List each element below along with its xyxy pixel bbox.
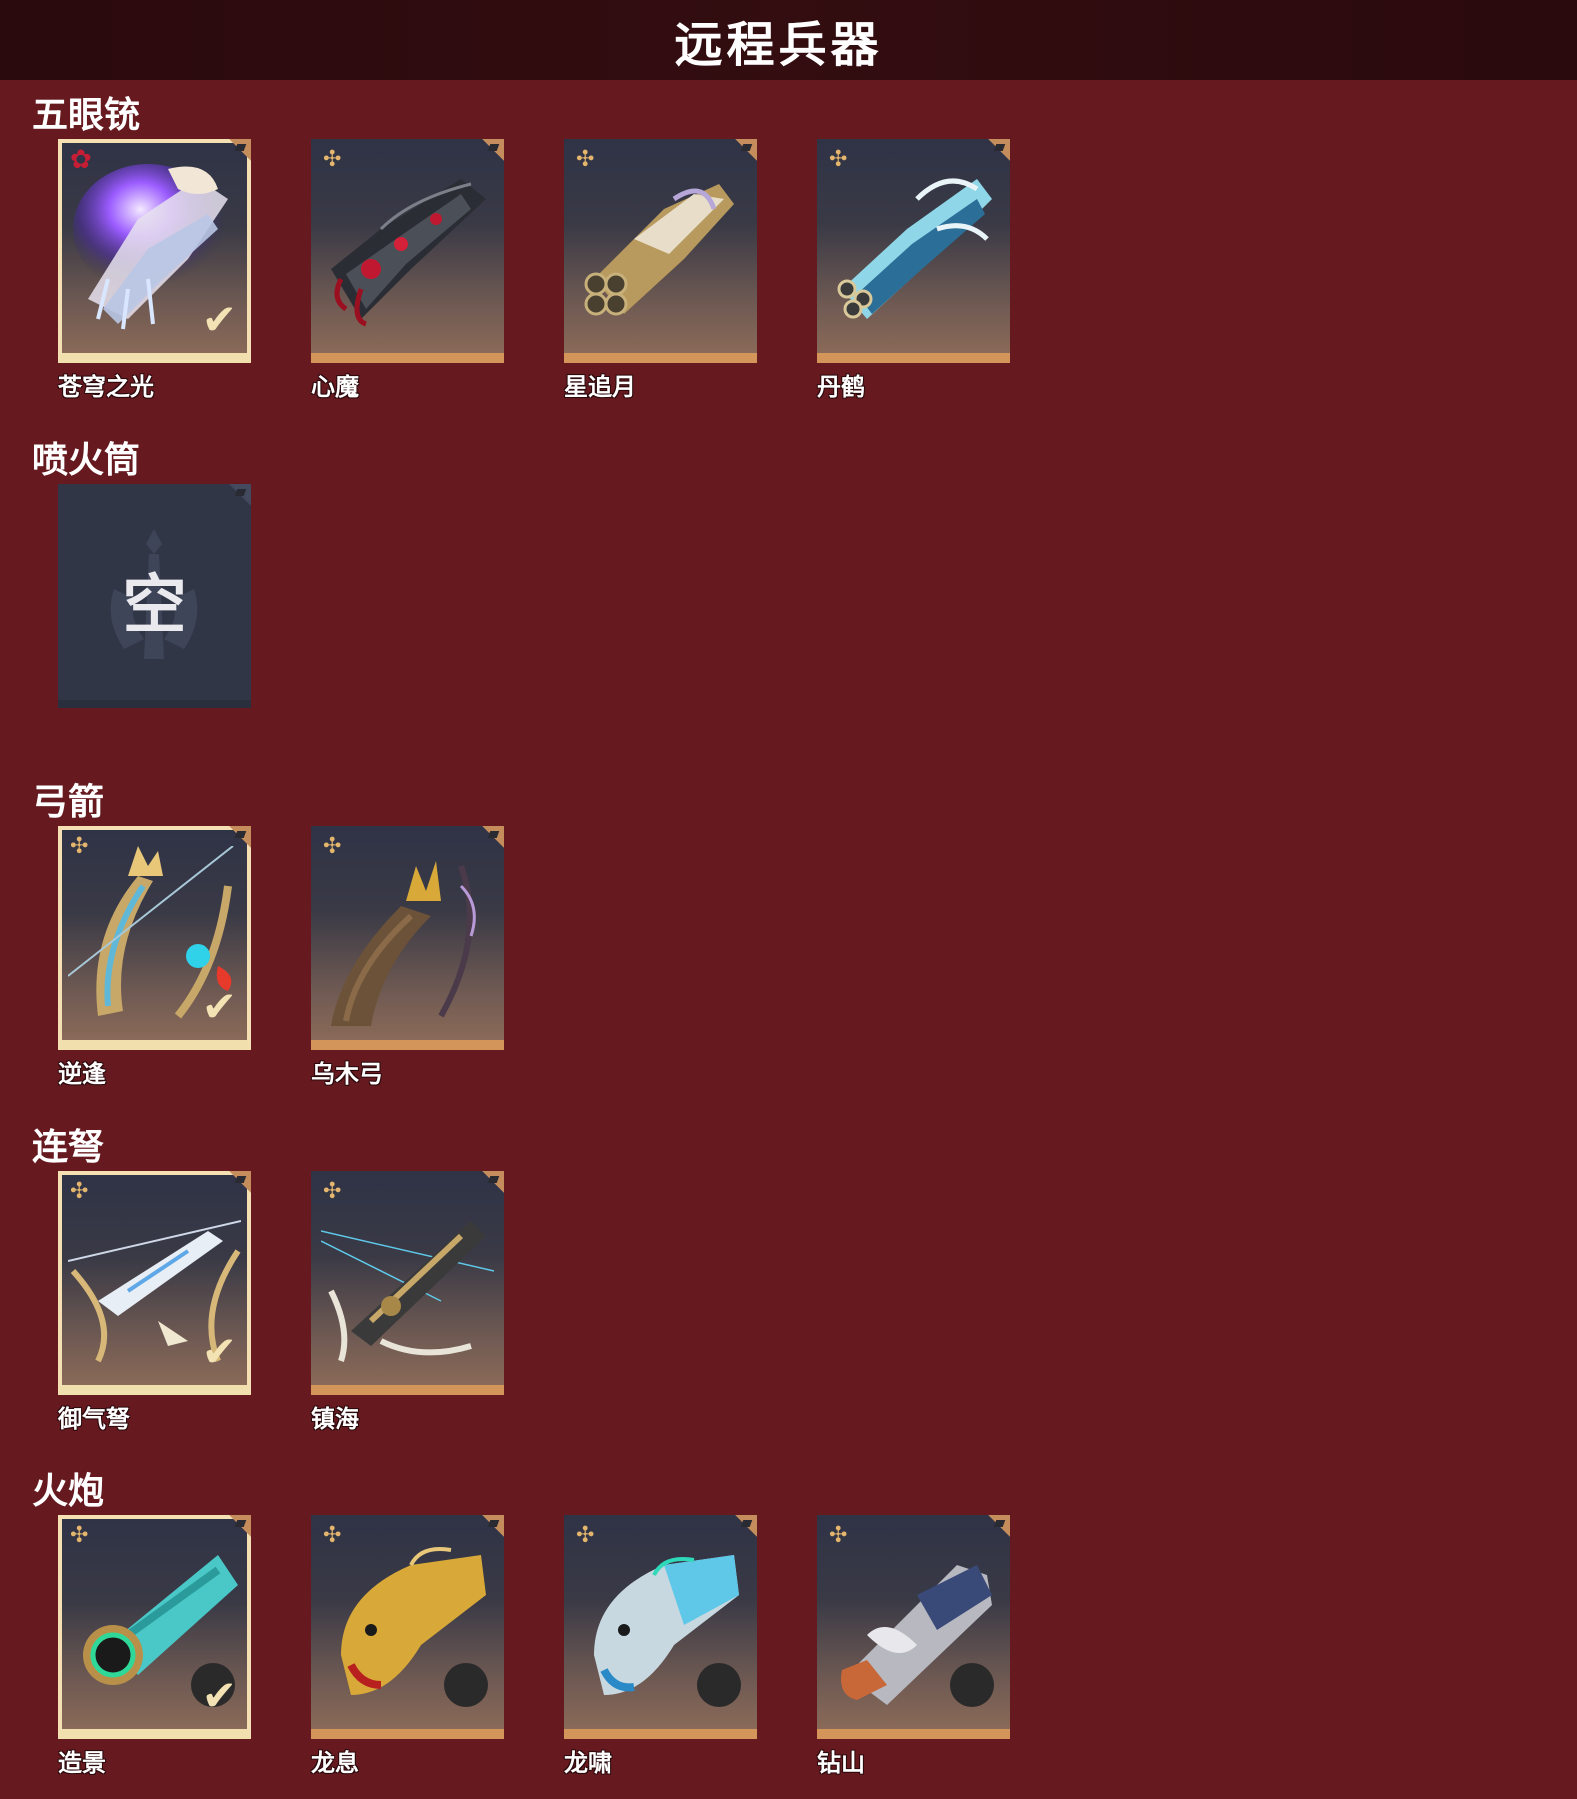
weapon-card-wumugong[interactable]: ✣ 乌木弓 — [311, 826, 504, 1088]
weapon-card-nifeng[interactable]: ✣ ✔ 逆逢 — [58, 826, 251, 1088]
corner-tag-icon — [225, 484, 251, 506]
weapon-name: 丹鹤 — [817, 373, 865, 401]
empty-slot[interactable]: 空 — [58, 484, 251, 708]
corner-tag-icon — [225, 139, 251, 161]
equipped-check-icon: ✔ — [201, 982, 237, 1031]
section-title: 弓箭 — [32, 782, 105, 823]
weapon-name: 乌木弓 — [311, 1060, 383, 1088]
weapon-name: 造景 — [58, 1749, 106, 1777]
weapon-card-zuanshan[interactable]: ✣ 钻山 — [817, 1515, 1010, 1777]
corner-tag-icon — [478, 826, 504, 848]
page-title: 远程兵器 — [674, 17, 883, 73]
equipped-check-icon: ✔ — [201, 295, 237, 344]
equipped-check-icon: ✔ — [201, 1327, 237, 1376]
weapon-card-zaojing[interactable]: ✣ ✔ 造景 — [58, 1515, 251, 1777]
weapon-name: 心魔 — [311, 373, 359, 401]
weapon-card-xingzhuiyue[interactable]: ✣ 星追月 — [564, 139, 757, 401]
weapon-art-wumugong — [331, 861, 476, 1026]
corner-tag-icon — [984, 139, 1010, 161]
weapon-name: 龙啸 — [564, 1749, 612, 1777]
corner-tag-icon — [478, 139, 504, 161]
weapon-card-xinmo[interactable]: ✣ 心魔 — [311, 139, 504, 401]
equipped-check-icon: ✔ — [201, 1671, 237, 1720]
weapon-card-danhe[interactable]: ✣ 丹鹤 — [817, 139, 1010, 401]
weapon-name: 苍穹之光 — [58, 373, 154, 401]
weapon-art-longxi — [341, 1547, 488, 1707]
weapon-card-longxiao[interactable]: ✣ 龙啸 — [564, 1515, 757, 1777]
weapon-card-zhenhai[interactable]: ✣ 镇海 — [311, 1171, 504, 1433]
section-title: 五眼铳 — [32, 95, 141, 136]
section-title: 火炮 — [32, 1471, 105, 1512]
weapon-name: 钻山 — [817, 1749, 865, 1777]
corner-tag-icon — [225, 1515, 251, 1537]
weapon-art-xingzhuiyue — [584, 184, 734, 316]
empty-slot-label: 空 — [122, 569, 187, 643]
weapon-card-longxi[interactable]: ✣ 龙息 — [311, 1515, 504, 1777]
weapon-art-zuanshan — [841, 1565, 994, 1707]
section-title: 喷火筒 — [32, 440, 141, 481]
corner-tag-icon — [731, 139, 757, 161]
weapon-art-longxiao — [594, 1555, 741, 1707]
corner-tag-icon — [984, 1515, 1010, 1537]
weapon-name: 镇海 — [311, 1405, 359, 1433]
weapon-card-cangqiong[interactable]: ✿ ✔ 苍穹之光 — [58, 139, 251, 401]
weapon-name: 逆逢 — [58, 1060, 106, 1088]
page-header: 远程兵器 — [0, 0, 1577, 80]
corner-tag-icon — [731, 1515, 757, 1537]
weapon-name: 龙息 — [311, 1749, 359, 1777]
corner-tag-icon — [478, 1515, 504, 1537]
weapon-name: 星追月 — [564, 373, 636, 401]
weapon-art-zhenhai — [321, 1221, 494, 1362]
corner-tag-icon — [225, 1171, 251, 1193]
section-title: 连弩 — [32, 1127, 105, 1168]
weapon-card-yuqinu[interactable]: ✣ ✔ 御气弩 — [58, 1171, 251, 1433]
weapon-name: 御气弩 — [58, 1405, 130, 1433]
weapon-art-danhe — [837, 178, 992, 319]
corner-tag-icon — [225, 826, 251, 848]
weapon-art-xinmo — [331, 179, 486, 327]
corner-tag-icon — [478, 1171, 504, 1193]
